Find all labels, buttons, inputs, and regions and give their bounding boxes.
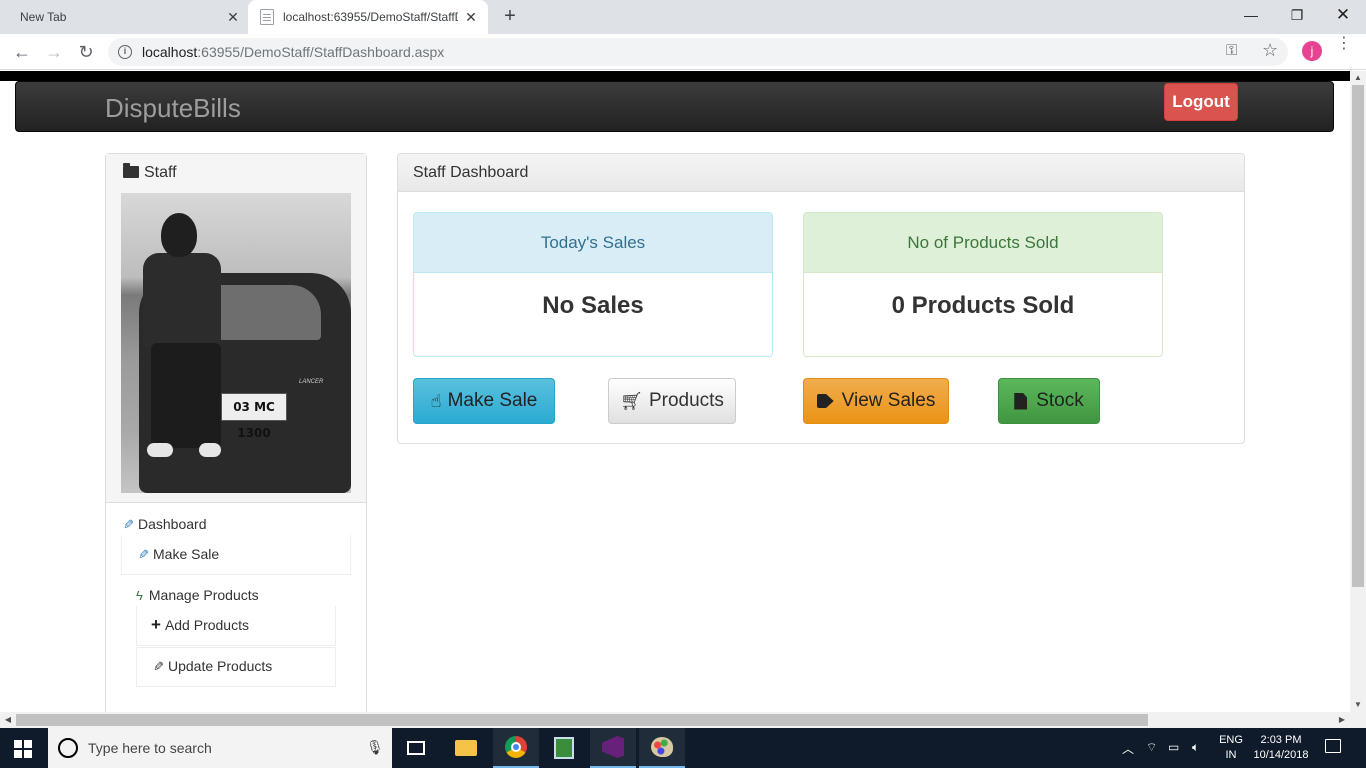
products-sold-card: No of Products Sold 0 Products Sold [803, 212, 1163, 357]
top-navbar: DisputeBills Logout [15, 81, 1334, 132]
car-badge: LANCER [299, 379, 324, 385]
address-bar[interactable]: i localhost:63955/DemoStaff/StaffDashboa… [108, 38, 1288, 66]
sidebar-item-update-products[interactable]: ✎ Update Products [151, 658, 272, 674]
taskbar-search-box[interactable]: Type here to search 🎙︎ [48, 728, 392, 768]
dashboard-panel: Staff Dashboard Today's Sales No Sales N… [397, 153, 1245, 444]
file-explorer-icon[interactable] [443, 728, 489, 768]
notification-icon[interactable] [1325, 739, 1341, 753]
browser-tab-bar: New Tab ✕ localhost:63955/DemoStaff/Staf… [0, 0, 1366, 34]
sidebar-item-dashboard[interactable]: ✎ Dashboard [121, 516, 206, 532]
back-arrow-icon[interactable]: ← [10, 40, 34, 64]
sidebar-item-add-products[interactable]: + Add Products [151, 615, 249, 634]
horizontal-scrollbar[interactable]: ◀ ▶ [0, 712, 1366, 728]
close-tab-icon[interactable]: ✕ [464, 10, 478, 24]
sidebar-header: Staff 03 MC 1300 LANCER [106, 154, 366, 503]
todays-sales-card: Today's Sales No Sales [413, 212, 773, 357]
sidebar-title: Staff [123, 163, 177, 182]
stock-button[interactable]: Stock [998, 378, 1100, 424]
project-app-icon[interactable] [541, 728, 587, 768]
page-favicon-icon [260, 9, 274, 25]
vertical-scroll-thumb[interactable] [1352, 85, 1364, 587]
todays-sales-heading: Today's Sales [414, 213, 772, 273]
file-icon [1014, 392, 1028, 410]
tab-title: localhost:63955/DemoStaff/StaffDashboard… [283, 10, 458, 24]
top-strip [0, 71, 1350, 81]
star-icon[interactable]: ☆ [1262, 40, 1278, 61]
tab-new-tab[interactable]: New Tab ✕ [0, 0, 246, 34]
reload-icon[interactable]: ↻ [74, 40, 98, 64]
url-text[interactable]: localhost:63955/DemoStaff/StaffDashboard… [142, 44, 444, 60]
license-plate: 03 MC 1300 [221, 393, 287, 440]
page-title: Staff Dashboard [413, 164, 529, 181]
close-tab-icon[interactable]: ✕ [226, 10, 240, 24]
page-viewport: DisputeBills Logout Staff 03 MC 1300 LAN… [0, 71, 1350, 712]
visual-studio-icon[interactable] [590, 728, 636, 768]
chrome-icon[interactable] [493, 728, 539, 768]
folder-icon [123, 163, 139, 178]
products-sold-value: 0 Products Sold [891, 292, 1075, 319]
staff-profile-photo: 03 MC 1300 LANCER [121, 193, 351, 493]
pencil-icon: ✎ [138, 546, 149, 562]
language-indicator[interactable]: ENG IN [1218, 733, 1244, 763]
tab-staff-dashboard[interactable]: localhost:63955/DemoStaff/StaffDashboard… [248, 0, 488, 34]
browser-toolbar: ← → ↻ i localhost:63955/DemoStaff/StaffD… [0, 34, 1366, 70]
chevron-up-icon[interactable]: ︿ [1122, 740, 1134, 757]
shopping-cart-icon: 🛒︎ [620, 391, 643, 411]
task-view-icon[interactable] [393, 728, 439, 768]
scroll-down-icon[interactable]: ▼ [1350, 698, 1366, 712]
sidebar-item-make-sale[interactable]: ✎ Make Sale [136, 546, 219, 562]
hand-pointer-icon: ☝ [430, 391, 442, 411]
pencil-icon: ✎ [153, 658, 164, 674]
panel-header: Staff Dashboard [398, 154, 1244, 192]
todays-sales-value: No Sales [542, 292, 644, 319]
windows-start-icon[interactable] [14, 740, 32, 758]
key-icon[interactable]: ⚿ [1226, 42, 1237, 59]
restore-icon[interactable]: ❐ [1274, 4, 1320, 28]
info-icon[interactable]: i [118, 45, 132, 59]
system-clock[interactable]: 2:03 PM 10/14/2018 [1250, 733, 1312, 763]
new-tab-plus-icon[interactable]: + [500, 6, 520, 28]
make-sale-button[interactable]: ☝ Make Sale [413, 378, 555, 424]
vertical-scrollbar[interactable]: ▲ ▼ [1350, 71, 1366, 712]
microphone-icon[interactable]: 🎙︎ [366, 739, 384, 756]
search-placeholder: Type here to search [88, 740, 212, 756]
forward-arrow-icon[interactable]: → [42, 40, 66, 64]
view-sales-button[interactable]: View Sales [803, 378, 949, 424]
sidebar-panel: Staff 03 MC 1300 LANCER ✎ Dashboard ✎ Ma… [105, 153, 367, 712]
tag-icon [816, 394, 834, 408]
tab-title: New Tab [20, 10, 67, 24]
bolt-icon: ϟ [136, 587, 143, 603]
volume-icon[interactable]: 🔈︎ [1192, 740, 1199, 755]
minimize-icon[interactable]: — [1228, 4, 1274, 28]
scroll-right-icon[interactable]: ▶ [1334, 712, 1350, 728]
horizontal-scroll-thumb[interactable] [16, 714, 1148, 726]
products-sold-heading: No of Products Sold [804, 213, 1162, 273]
products-button[interactable]: 🛒︎ Products [608, 378, 736, 424]
close-window-icon[interactable]: ✕ [1320, 4, 1366, 28]
menu-dots-icon[interactable]: ⋮ [1336, 36, 1352, 52]
plus-icon: + [151, 615, 161, 634]
wifi-icon[interactable]: ⌔ [1146, 740, 1157, 755]
sidebar-item-manage-products[interactable]: ϟ Manage Products [136, 587, 259, 603]
brand-logo-text[interactable]: DisputeBills [105, 93, 241, 124]
paint-icon[interactable] [639, 728, 685, 768]
pencil-icon: ✎ [123, 516, 134, 532]
scroll-up-icon[interactable]: ▲ [1350, 71, 1366, 85]
cortana-circle-icon [58, 738, 78, 758]
profile-avatar[interactable]: j [1302, 41, 1322, 61]
scroll-left-icon[interactable]: ◀ [0, 712, 16, 728]
windows-taskbar: Type here to search 🎙︎ ︿ ⌔ ▭ 🔈︎ ENG IN 2… [0, 728, 1366, 768]
battery-icon[interactable]: ▭ [1168, 740, 1179, 754]
logout-button[interactable]: Logout [1164, 83, 1238, 121]
